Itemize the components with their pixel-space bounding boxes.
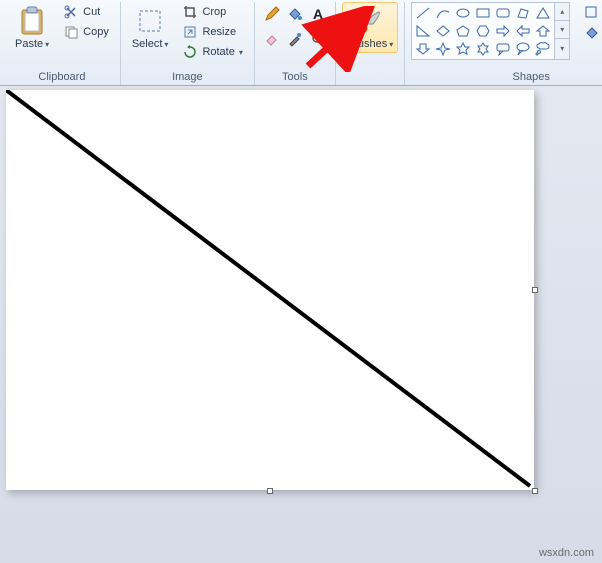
copy-icon <box>63 24 79 40</box>
drawing-canvas[interactable] <box>6 90 534 490</box>
tools-group-label: Tools <box>282 70 308 85</box>
resize-handle-east[interactable] <box>532 287 538 293</box>
rotate-icon <box>182 44 198 60</box>
scissors-icon <box>63 4 79 20</box>
group-clipboard: Paste▾ Cut Copy Clipboard <box>4 2 121 85</box>
crop-button[interactable]: Crop <box>177 2 247 22</box>
shape-star-5[interactable] <box>453 40 473 58</box>
shape-arrow-right[interactable] <box>493 22 513 40</box>
shape-polygon[interactable] <box>513 4 533 22</box>
brushes-button[interactable]: Brushes▾ <box>342 2 398 53</box>
shape-star-4[interactable] <box>433 40 453 58</box>
shape-callout-rounded[interactable] <box>493 40 513 58</box>
shape-diamond[interactable] <box>433 22 453 40</box>
clipboard-group-label: Clipboard <box>38 70 85 85</box>
outline-button[interactable]: Outline▾ <box>578 2 602 22</box>
shape-pentagon[interactable] <box>453 22 473 40</box>
shape-arrow-left[interactable] <box>513 22 533 40</box>
shapes-gallery[interactable] <box>411 2 555 60</box>
select-button[interactable]: Select▾ <box>127 2 174 53</box>
paste-label: Paste <box>15 38 43 50</box>
gallery-expand-icon[interactable]: ▾ <box>555 39 569 57</box>
clipboard-icon <box>16 5 48 37</box>
text-tool[interactable]: A <box>307 2 329 26</box>
chevron-down-icon: ▾ <box>164 40 168 49</box>
chevron-down-icon: ▾ <box>239 48 243 57</box>
shape-hexagon[interactable] <box>473 22 493 40</box>
shape-right-triangle[interactable] <box>413 22 433 40</box>
shape-rectangle[interactable] <box>473 4 493 22</box>
group-brushes: Brushes▾ <box>336 2 405 85</box>
shape-arrow-down[interactable] <box>413 40 433 58</box>
rotate-label: Rotate <box>202 46 234 58</box>
paste-button[interactable]: Paste▾ <box>10 2 54 53</box>
brush-icon <box>354 5 386 37</box>
fill-icon <box>583 24 599 40</box>
copy-button[interactable]: Copy <box>58 22 114 42</box>
image-group-label: Image <box>172 70 203 85</box>
pencil-tool[interactable] <box>261 2 283 26</box>
resize-button[interactable]: Resize <box>177 22 247 42</box>
crop-icon <box>182 4 198 20</box>
group-tools: A Tools <box>255 2 336 85</box>
resize-label: Resize <box>202 26 236 38</box>
fill-tool[interactable] <box>284 2 306 26</box>
magnifier-tool[interactable] <box>307 27 329 51</box>
shapes-gallery-scroll[interactable]: ▴ ▾ ▾ <box>555 2 570 60</box>
color-picker-tool[interactable] <box>284 27 306 51</box>
fill-button[interactable]: Fill▾ <box>578 22 602 42</box>
canvas-content <box>6 90 534 490</box>
shape-rounded-rectangle[interactable] <box>493 4 513 22</box>
shapes-group-label: Shapes <box>513 70 550 85</box>
group-image: Select▾ Crop Resize Rotate▾ Image <box>121 2 255 85</box>
resize-handle-south[interactable] <box>267 488 273 494</box>
shape-oval[interactable] <box>453 4 473 22</box>
shape-triangle[interactable] <box>533 4 553 22</box>
crop-label: Crop <box>202 6 226 18</box>
watermark-text: wsxdn.com <box>539 547 594 559</box>
shape-callout-oval[interactable] <box>513 40 533 58</box>
eraser-tool[interactable] <box>261 27 283 51</box>
select-icon <box>134 5 166 37</box>
shape-curve[interactable] <box>433 4 453 22</box>
shape-star-6[interactable] <box>473 40 493 58</box>
resize-handle-southeast[interactable] <box>532 488 538 494</box>
group-shapes: ▴ ▾ ▾ Outline▾ Fill▾ Shapes <box>405 2 602 85</box>
shape-arrow-up[interactable] <box>533 22 553 40</box>
ribbon-toolbar: Paste▾ Cut Copy Clipboard Select▾ <box>0 0 602 86</box>
chevron-down-icon: ▾ <box>45 40 49 49</box>
chevron-down-icon: ▾ <box>389 40 393 49</box>
shape-line[interactable] <box>413 4 433 22</box>
outline-icon <box>583 4 599 20</box>
gallery-down-icon[interactable]: ▾ <box>555 21 569 39</box>
rotate-button[interactable]: Rotate ▾ <box>177 42 247 62</box>
cut-button[interactable]: Cut <box>58 2 114 22</box>
brushes-label: Brushes <box>347 38 387 50</box>
svg-text:A: A <box>313 6 323 22</box>
resize-icon <box>182 24 198 40</box>
cut-label: Cut <box>83 6 100 18</box>
canvas-area <box>6 90 534 490</box>
gallery-up-icon[interactable]: ▴ <box>555 3 569 21</box>
shape-callout-cloud[interactable] <box>533 40 553 58</box>
select-label: Select <box>132 38 163 50</box>
copy-label: Copy <box>83 26 109 38</box>
